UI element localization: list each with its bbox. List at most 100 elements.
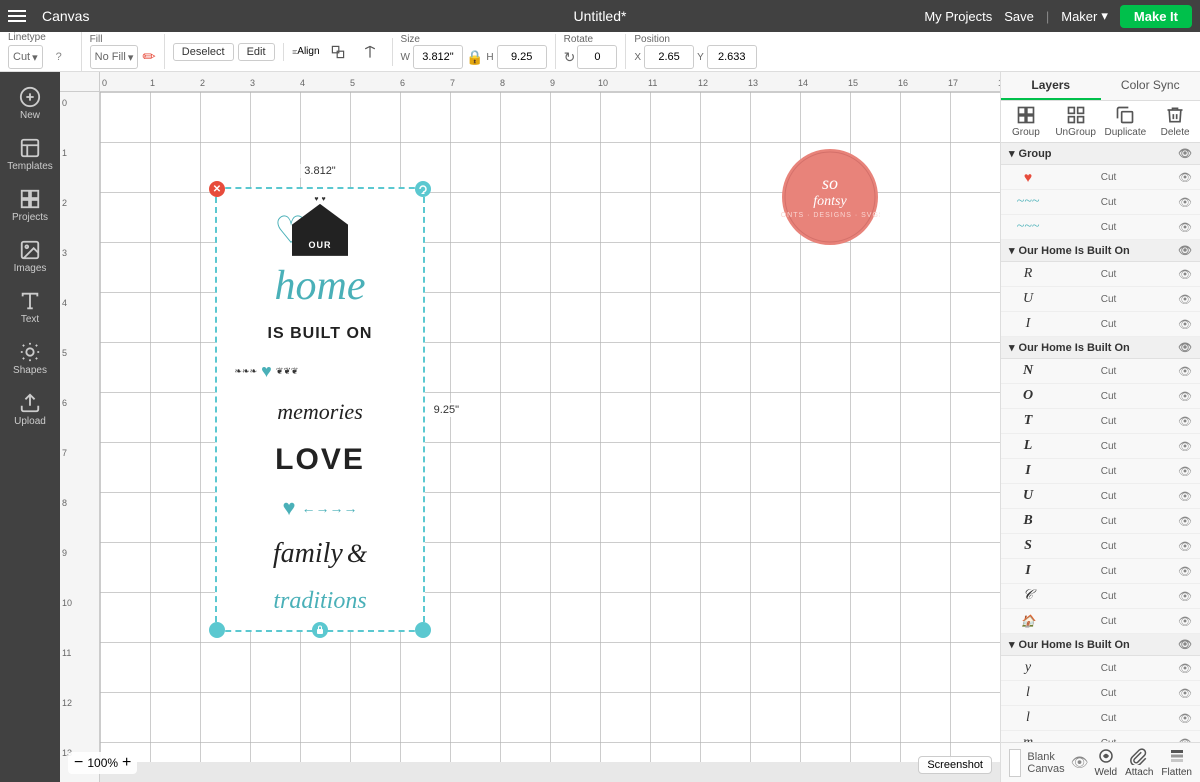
zoom-controls[interactable]: − 100% + [68,752,137,774]
layer-item[interactable]: I Cut 👁 [1001,459,1200,484]
layer-item[interactable]: I Cut 👁 [1001,559,1200,584]
arrange-button[interactable] [324,38,352,66]
design-canvas[interactable]: so fontsy FONTS · DESIGNS · SVGS ✕ 3.812… [100,92,1000,762]
layer-eye-icon[interactable]: 👁 [1178,540,1192,553]
zoom-in-button[interactable]: + [122,754,131,772]
align-button[interactable]: Align [292,38,320,66]
ungroup-button[interactable]: UnGroup [1051,101,1101,142]
layer-eye-icon[interactable]: 👁 [1178,415,1192,428]
position-y-input[interactable] [707,45,757,69]
canvas-area[interactable]: 0 1 2 3 4 5 6 7 8 9 10 11 12 13 14 15 16 [60,72,1000,782]
layer-eye-icon[interactable]: 👁 [1178,171,1192,184]
sidebar-item-templates[interactable]: Templates [4,131,56,178]
tab-color-sync[interactable]: Color Sync [1101,72,1200,100]
layer-item[interactable]: 𝒞 Cut 👁 [1001,584,1200,609]
screenshot-button[interactable]: Screenshot [918,756,992,774]
sidebar-item-new[interactable]: New [4,80,56,127]
layer-eye-icon[interactable]: 👁 [1178,687,1192,700]
save-link[interactable]: Save [1004,9,1034,24]
layer-eye-icon[interactable]: 👁 [1178,268,1192,281]
layer-eye-icon[interactable]: 👁 [1178,293,1192,306]
blank-canvas-eye[interactable]: 👁 [1071,754,1089,771]
layer-eye-icon[interactable]: 👁 [1178,590,1192,603]
edit-button[interactable]: Edit [238,43,275,61]
attach-button[interactable]: Attach [1125,747,1153,778]
flatten-button[interactable]: Flatten [1161,747,1192,778]
layer-item[interactable]: N Cut 👁 [1001,359,1200,384]
layer-item[interactable]: ~~~ Cut 👁 [1001,215,1200,240]
close-handle[interactable]: ✕ [209,181,225,197]
position-x-input[interactable] [644,45,694,69]
sidebar-item-upload[interactable]: Upload [4,386,56,433]
linetype-help[interactable]: ? [45,43,73,71]
linetype-select[interactable]: Cut ▾ [8,45,43,69]
sidebar-item-text[interactable]: Text [4,284,56,331]
tab-layers[interactable]: Layers [1001,72,1101,100]
layer-item[interactable]: m Cut 👁 [1001,731,1200,742]
layer-item[interactable]: T Cut 👁 [1001,409,1200,434]
resize-bl-handle[interactable] [209,622,225,638]
layer-eye-icon[interactable]: 👁 [1178,365,1192,378]
rotate-handle[interactable] [415,181,431,197]
layer-item[interactable]: l Cut 👁 [1001,706,1200,731]
weld-button[interactable]: Weld [1094,747,1117,778]
layer-eye-icon[interactable]: 👁 [1178,196,1192,209]
layer-eye-icon[interactable]: 👁 [1178,465,1192,478]
layer-eye-icon[interactable]: 👁 [1178,221,1192,234]
layer-group-our-home-3[interactable]: ▾ Our Home Is Built On 👁 [1001,634,1200,656]
layer-eye-icon[interactable]: 👁 [1178,318,1192,331]
layer-item[interactable]: U Cut 👁 [1001,484,1200,509]
hamburger-menu[interactable] [8,10,26,22]
layer-item[interactable]: ~~~ Cut 👁 [1001,190,1200,215]
rotate-input[interactable] [577,45,617,69]
layer-eye-icon[interactable]: 👁 [1178,615,1192,628]
layer-eye-icon[interactable]: 👁 [1178,440,1192,453]
sidebar-new-label: New [20,110,40,121]
layer-item[interactable]: U Cut 👁 [1001,287,1200,312]
layer-item[interactable]: R Cut 👁 [1001,262,1200,287]
layer-item[interactable]: 🏠 Cut 👁 [1001,609,1200,634]
layer-item[interactable]: B Cut 👁 [1001,509,1200,534]
maker-label[interactable]: Maker ▾ [1061,8,1108,24]
fill-select[interactable]: No Fill ▾ [90,45,139,69]
delete-button[interactable]: Delete [1150,101,1200,142]
layer-item[interactable]: L Cut 👁 [1001,434,1200,459]
layer-eye-icon[interactable]: 👁 [1178,390,1192,403]
layer-item[interactable]: l Cut 👁 [1001,681,1200,706]
size-width-input[interactable]: 3.812" [413,45,463,69]
layer-thumb: ~~~ [1017,218,1039,236]
flip-button[interactable] [356,38,384,66]
resize-br-handle[interactable] [415,622,431,638]
lock-aspect-icon[interactable]: 🔒 [466,49,483,66]
my-projects-link[interactable]: My Projects [924,9,992,24]
layer-group-1[interactable]: ▾ Group 👁 [1001,143,1200,165]
zoom-out-button[interactable]: − [74,754,83,772]
size-height-input[interactable]: 9.25 [497,45,547,69]
group-visibility-icon[interactable]: 👁 [1178,244,1192,257]
layer-eye-icon[interactable]: 👁 [1178,490,1192,503]
layer-item[interactable]: y Cut 👁 [1001,656,1200,681]
make-it-button[interactable]: Make It [1120,5,1192,28]
group-visibility-icon[interactable]: 👁 [1178,147,1192,160]
layer-item[interactable]: I Cut 👁 [1001,312,1200,337]
layer-item[interactable]: ♥ Cut 👁 [1001,165,1200,190]
fill-pencil-icon[interactable]: ✏ [142,47,155,67]
group-button[interactable]: Group [1001,101,1051,142]
group-visibility-icon[interactable]: 👁 [1178,638,1192,651]
layer-eye-icon[interactable]: 👁 [1178,565,1192,578]
layer-group-our-home-1[interactable]: ▾ Our Home Is Built On 👁 [1001,240,1200,262]
deselect-button[interactable]: Deselect [173,43,234,61]
layer-item[interactable]: S Cut 👁 [1001,534,1200,559]
design-element[interactable]: ✕ 3.812" 9.25" ♡ [215,187,425,632]
group-visibility-icon[interactable]: 👁 [1178,341,1192,354]
layer-group-our-home-2[interactable]: ▾ Our Home Is Built On 👁 [1001,337,1200,359]
sidebar-item-projects[interactable]: Projects [4,182,56,229]
layer-eye-icon[interactable]: 👁 [1178,662,1192,675]
lock-handle[interactable] [312,622,328,638]
layer-eye-icon[interactable]: 👁 [1178,712,1192,725]
layer-item[interactable]: O Cut 👁 [1001,384,1200,409]
sidebar-item-images[interactable]: Images [4,233,56,280]
duplicate-button[interactable]: Duplicate [1101,101,1151,142]
sidebar-item-shapes[interactable]: Shapes [4,335,56,382]
layer-eye-icon[interactable]: 👁 [1178,515,1192,528]
